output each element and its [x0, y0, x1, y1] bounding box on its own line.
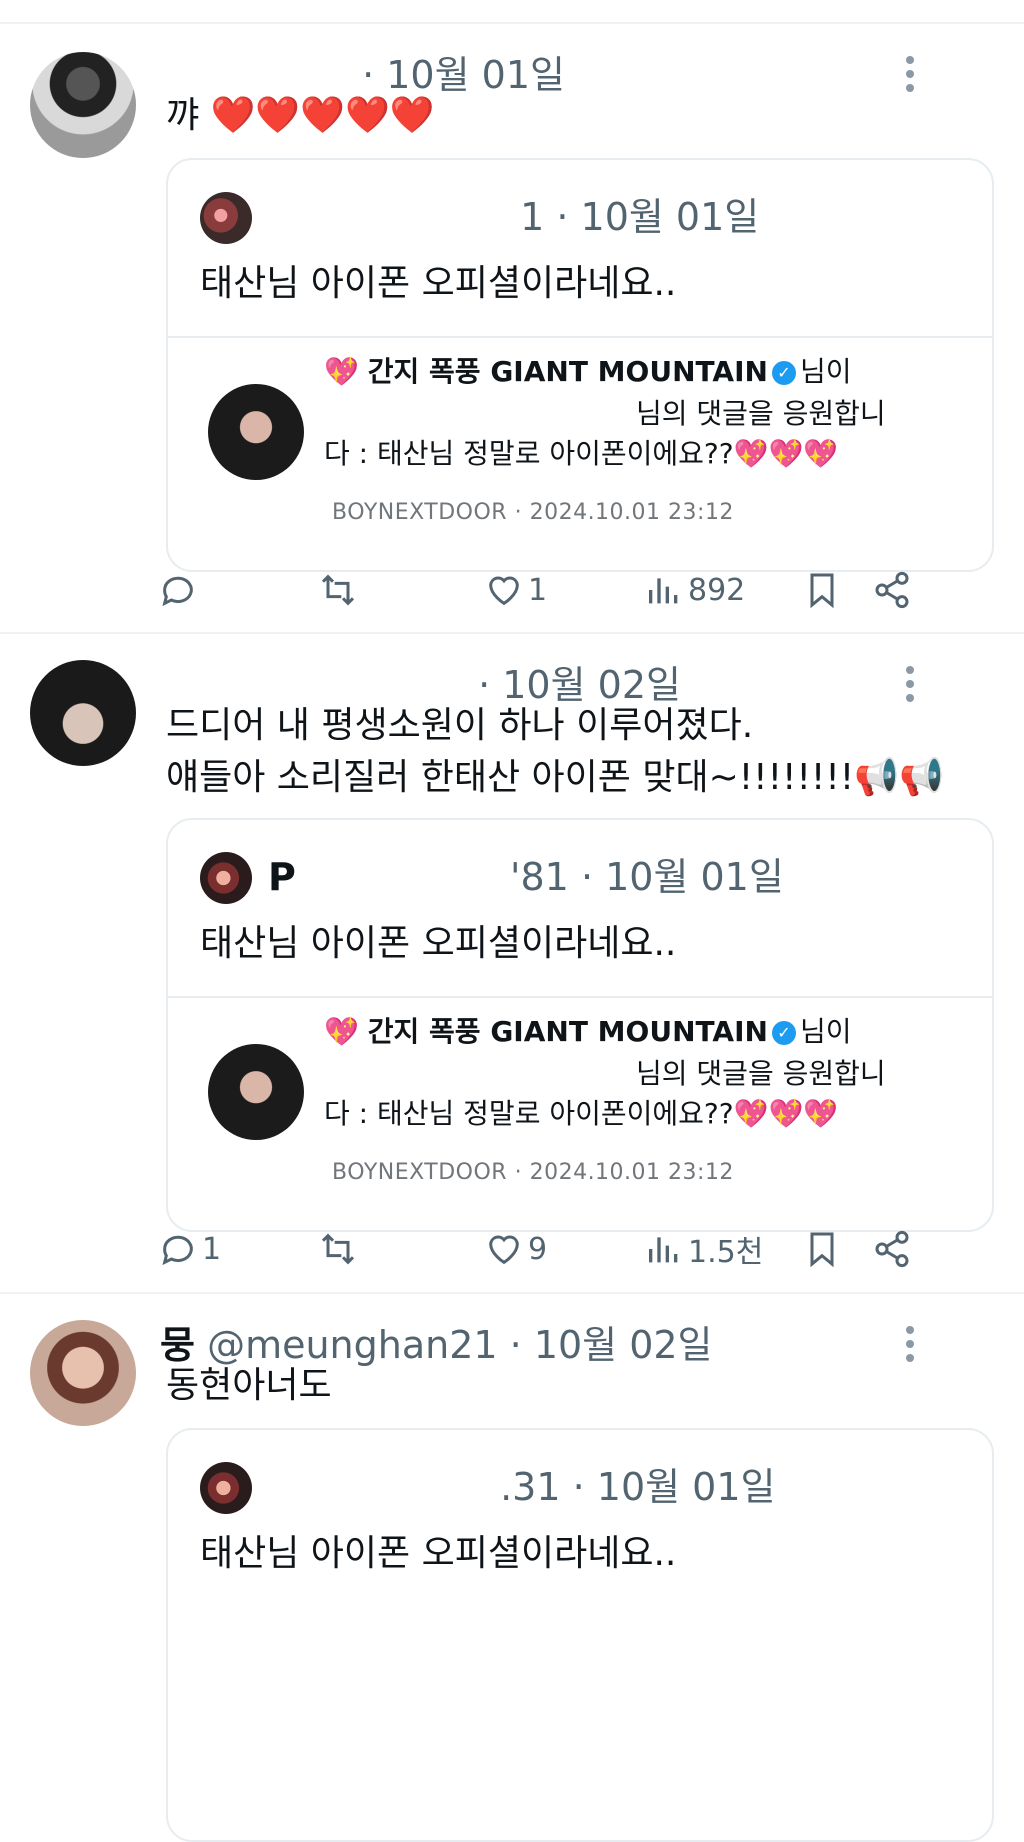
more-icon[interactable]	[906, 56, 916, 98]
divider	[0, 1292, 1024, 1294]
notice-footer: BOYNEXTDOOR · 2024.10.01 23:12	[332, 1160, 734, 1185]
divider	[0, 632, 1024, 634]
divider	[168, 336, 992, 338]
action-bar: 1 9 1.5천	[162, 1224, 990, 1274]
post-text: 꺄 ❤️❤️❤️❤️❤️	[166, 90, 435, 142]
heart-icon	[489, 1235, 519, 1265]
post-text-line: 얘들아 소리질러 한태산 아이폰 맞대~!!!!!!!!📢📢	[166, 757, 944, 798]
quoted-text: 태산님 아이폰 오피셜이라네요..	[200, 263, 677, 304]
divider	[168, 996, 992, 998]
bookmark-button[interactable]	[802, 565, 842, 615]
quoted-handle: 1	[520, 195, 545, 239]
notice-footer: BOYNEXTDOOR · 2024.10.01 23:12	[332, 500, 734, 525]
quoted-meta: 1 · 10월 01일	[268, 186, 759, 241]
sparkle-heart-icon: 💖	[324, 355, 359, 388]
repost-button[interactable]	[318, 1224, 362, 1274]
notice-line-2: 님의 댓글을 응원합니	[636, 1057, 886, 1090]
quoted-avatar	[200, 1462, 252, 1514]
views-button[interactable]: 892	[644, 565, 745, 615]
quoted-author-name: P	[268, 855, 296, 899]
bookmark-icon	[810, 1232, 834, 1268]
divider	[0, 22, 1024, 24]
notice-title: 간지 폭풍 GIANT MOUNTAIN	[367, 355, 768, 388]
like-button[interactable]: 1	[484, 565, 547, 615]
views-button[interactable]: 1.5천	[644, 1224, 763, 1274]
notice-line-3-text: 다 : 태산님 정말로 아이폰이에요??	[324, 1097, 734, 1130]
quoted-handle: '81	[510, 855, 569, 899]
sparkle-heart-icon: 💖💖💖	[733, 1097, 839, 1130]
bookmark-button[interactable]	[802, 1224, 842, 1274]
reply-icon	[162, 1235, 193, 1266]
quoted-date: · 10월 01일	[572, 1465, 776, 1509]
notice-suffix: 님이	[799, 355, 852, 388]
avatar[interactable]	[30, 660, 136, 766]
post-text: 동현아너도	[166, 1360, 332, 1412]
bookmark-icon	[810, 573, 834, 609]
more-icon[interactable]	[906, 1326, 916, 1368]
post-text-line: 동현아너도	[166, 1365, 332, 1406]
sparkle-heart-icon: 💖	[324, 1015, 359, 1048]
like-count: 9	[528, 1231, 548, 1267]
post-date[interactable]: · 10월 02일	[510, 1323, 713, 1367]
quoted-meta: .31 · 10월 01일	[268, 1456, 776, 1511]
notice-line-3: 다 : 태산님 정말로 아이폰이에요??💖💖💖	[324, 1092, 838, 1132]
share-button[interactable]	[872, 565, 912, 615]
views-icon	[649, 1237, 678, 1263]
avatar[interactable]	[30, 52, 136, 158]
notice-line-3: 다 : 태산님 정말로 아이폰이에요??💖💖💖	[324, 432, 838, 472]
repost-icon	[321, 574, 355, 606]
notice-line-1: 💖 간지 폭풍 GIANT MOUNTAIN ✓ 님이	[324, 1010, 851, 1050]
reply-count: 1	[202, 1231, 222, 1267]
share-icon	[875, 571, 909, 609]
quoted-avatar	[200, 192, 252, 244]
action-bar: 1 892	[162, 565, 990, 615]
quoted-post[interactable]: P '81 · 10월 01일 태산님 아이폰 오피셜이라네요.. 💖 간지 폭…	[166, 818, 994, 1232]
share-button[interactable]	[872, 1224, 912, 1274]
quoted-meta: P '81 · 10월 01일	[268, 846, 784, 901]
reply-icon	[162, 576, 193, 607]
like-button[interactable]: 9	[484, 1224, 547, 1274]
repost-icon	[321, 1233, 355, 1265]
quoted-handle: .31	[500, 1465, 561, 1509]
reply-button[interactable]: 1	[158, 1224, 221, 1274]
notice-title: 간지 폭풍 GIANT MOUNTAIN	[367, 1015, 768, 1048]
quoted-avatar	[200, 852, 252, 904]
notice-line-3-text: 다 : 태산님 정말로 아이폰이에요??	[324, 437, 734, 470]
sparkle-heart-icon: 💖💖💖	[733, 437, 839, 470]
verified-icon: ✓	[771, 1021, 796, 1045]
like-count: 1	[528, 572, 548, 608]
notice-suffix: 님이	[799, 1015, 852, 1048]
view-count: 892	[688, 572, 746, 608]
reply-button[interactable]	[158, 565, 202, 615]
post-text: 드디어 내 평생소원이 하나 이루어졌다. 얘들아 소리질러 한태산 아이폰 맞…	[166, 700, 944, 804]
notice-line-2: 님의 댓글을 응원합니	[636, 397, 886, 430]
view-count: 1.5천	[688, 1235, 764, 1270]
notice-avatar	[208, 1044, 304, 1140]
quoted-date: · 10월 01일	[556, 195, 760, 239]
heart-icon	[489, 576, 519, 606]
repost-button[interactable]	[318, 565, 362, 615]
quoted-text: 태산님 아이폰 오피셜이라네요..	[200, 923, 677, 964]
quoted-date: · 10월 01일	[580, 855, 784, 899]
post-text-line: 꺄 ❤️❤️❤️❤️❤️	[166, 95, 435, 136]
notice-avatar	[208, 384, 304, 480]
verified-icon: ✓	[771, 361, 796, 385]
quoted-post[interactable]: 1 · 10월 01일 태산님 아이폰 오피셜이라네요.. 💖 간지 폭풍 GI…	[166, 158, 994, 572]
avatar[interactable]	[30, 1320, 136, 1426]
notice-line-1: 💖 간지 폭풍 GIANT MOUNTAIN ✓ 님이	[324, 350, 851, 390]
views-icon	[649, 578, 678, 604]
quoted-text: 태산님 아이폰 오피셜이라네요..	[200, 1533, 677, 1574]
quoted-post[interactable]: .31 · 10월 01일 태산님 아이폰 오피셜이라네요..	[166, 1428, 994, 1842]
share-icon	[875, 1230, 909, 1268]
post-text-line: 드디어 내 평생소원이 하나 이루어졌다.	[166, 705, 754, 746]
